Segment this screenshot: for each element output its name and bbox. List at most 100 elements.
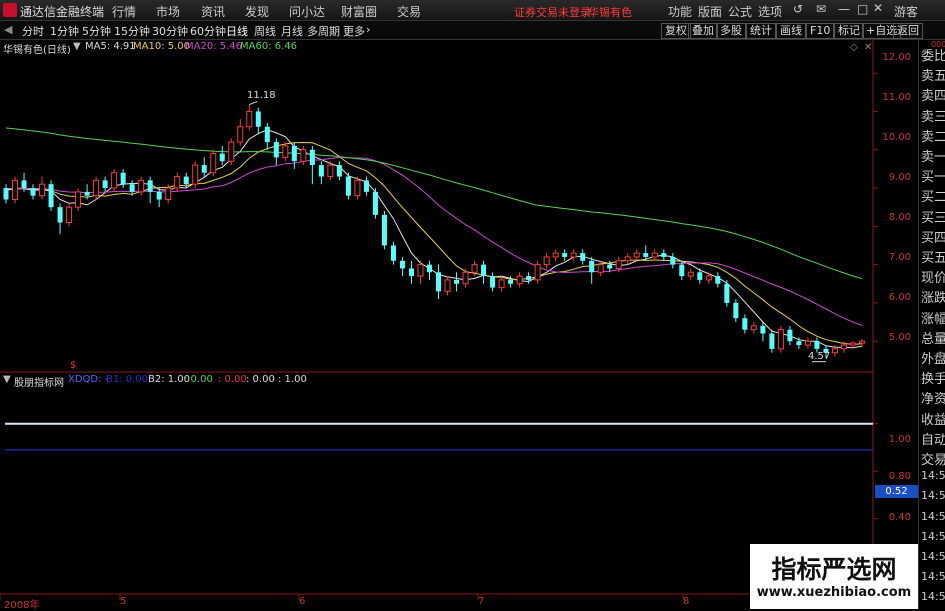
period-intraday[interactable]: 分时 (22, 23, 44, 39)
menu-discover[interactable]: 发现 (245, 3, 269, 20)
period-daily[interactable]: 日线 (226, 23, 248, 39)
candle (733, 299, 739, 323)
panel-label-15: 外盘 (921, 352, 945, 367)
login-status[interactable]: 证券交易未登录 (514, 4, 591, 20)
menu-fortune[interactable]: 财富圈 (341, 3, 377, 20)
menu-function[interactable]: 功能 (668, 3, 692, 20)
candle (210, 149, 217, 177)
panel-label-20: 交易 (921, 453, 945, 468)
candle (399, 256, 405, 277)
b1-label: B1: 0.00 (106, 374, 149, 385)
period-1min[interactable]: 1分钟 (50, 23, 79, 39)
candle (417, 260, 424, 284)
candle (516, 272, 523, 288)
y-tick-10: 10.00 (882, 132, 911, 143)
candle (48, 180, 54, 211)
candle (282, 142, 289, 162)
legend-toggle-icon[interactable]: ▼ (73, 41, 81, 52)
panel-label-18: 收益 (921, 412, 945, 428)
user-label[interactable]: 游客 (894, 3, 918, 20)
menu-news[interactable]: 资讯 (201, 3, 225, 20)
menu-market[interactable]: 市场 (156, 3, 180, 20)
menu-quotes[interactable]: 行情 (112, 3, 136, 20)
candle (57, 203, 63, 234)
back-icon[interactable]: ↺ (793, 2, 803, 16)
candle (12, 176, 19, 204)
panel-label-3: 卖三 (921, 109, 945, 125)
candle (201, 157, 207, 177)
candle (147, 176, 153, 204)
btn-overlay[interactable]: 叠加 (688, 23, 718, 39)
ma5-label: MA5: 4.91 (85, 41, 136, 52)
candle (3, 184, 9, 204)
chevron-right-icon[interactable]: › (366, 23, 370, 36)
candle (309, 145, 315, 185)
panel-label-5: 卖一 (921, 150, 945, 165)
period-weekly[interactable]: 周线 (254, 23, 276, 39)
btn-mark[interactable]: 标记 (834, 23, 864, 39)
btn-multi-stock[interactable]: 多股 (716, 23, 746, 39)
candle (219, 145, 225, 166)
maximize-icon[interactable]: □ (857, 2, 868, 16)
minimize-icon[interactable]: — (838, 2, 850, 16)
high-price-label: 11.18 (247, 90, 276, 101)
candle (138, 176, 145, 196)
btn-back[interactable]: 返回 (893, 23, 923, 39)
btn-draw[interactable]: 画线 (776, 23, 806, 39)
btn-f10[interactable]: F10 (806, 23, 835, 39)
candle (526, 272, 532, 284)
menu-options[interactable]: 选项 (758, 3, 782, 20)
menu-layout[interactable]: 版面 (698, 3, 722, 20)
candle (354, 176, 361, 200)
panel-label-17: 净资 (921, 392, 945, 408)
panel-label-19: 自动 (921, 432, 945, 448)
candle (534, 260, 541, 284)
chart-area[interactable] (0, 40, 918, 609)
candle (454, 272, 460, 292)
panel-label-25: 14:56 (921, 550, 945, 563)
low-price-label: 4.57 (808, 351, 831, 362)
menu-formula[interactable]: 公式 (728, 3, 752, 20)
menu-trade[interactable]: 交易 (397, 3, 421, 20)
panel-label-10: 买五 (921, 251, 945, 266)
menu-ask[interactable]: 问小达 (289, 3, 325, 20)
panel-label-1: 卖五 (921, 69, 945, 85)
candle (804, 337, 811, 349)
candle (580, 249, 586, 265)
y-tick-12: 12.00 (882, 52, 911, 63)
period-5min[interactable]: 5分钟 (82, 23, 111, 39)
x-label-8: 8 (683, 596, 690, 607)
candle (102, 176, 108, 192)
panel-label-2: 卖四 (921, 89, 945, 105)
indicator-toggle-icon[interactable]: ▼ (3, 374, 11, 385)
candle (705, 272, 712, 284)
candle (390, 241, 396, 265)
candle (228, 138, 235, 166)
candle (345, 172, 351, 200)
panel-label-16: 换手 (921, 372, 945, 388)
period-30min[interactable]: 30分钟 (152, 23, 188, 39)
period-more[interactable]: 更多 (343, 23, 365, 39)
scroll-left-icon[interactable]: ◀ (4, 23, 12, 36)
period-60min[interactable]: 60分钟 (190, 23, 226, 39)
y-tick-9: 9.00 (888, 172, 911, 183)
app-title: 通达信金融终端 (20, 5, 105, 19)
candle (543, 253, 550, 269)
candle (750, 322, 757, 334)
period-multi[interactable]: 多周期 (307, 23, 340, 39)
btn-adjust[interactable]: 复权 (661, 23, 691, 39)
panel-label-21: 14:56 (921, 469, 945, 483)
y-tick-8: 8.00 (888, 212, 911, 223)
indicator-name: 股朋指标网 (14, 378, 64, 389)
period-monthly[interactable]: 月线 (281, 23, 303, 39)
y-tick-6: 6.00 (888, 292, 911, 303)
candle (687, 268, 694, 280)
candle (39, 176, 46, 200)
btn-stats[interactable]: 统计 (746, 23, 776, 39)
message-icon[interactable]: ✉ (816, 2, 826, 16)
panel-label-26: 14:56 (921, 570, 945, 584)
close-icon[interactable]: ✕ (873, 1, 883, 15)
diamond-icon[interactable]: ◇ (850, 42, 858, 53)
period-15min[interactable]: 15分钟 (114, 23, 150, 39)
panel-label-14: 总量 (921, 331, 945, 347)
